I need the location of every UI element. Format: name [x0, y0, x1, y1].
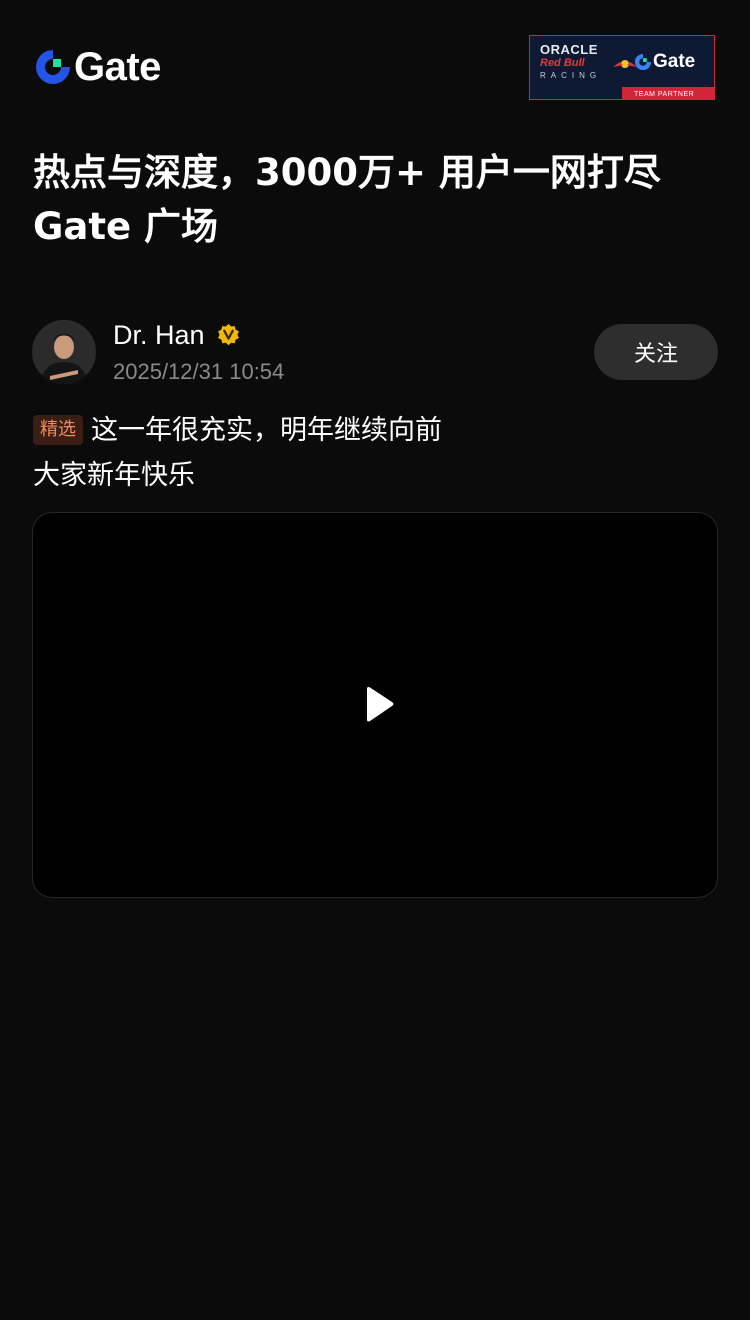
header: Gate ORACLE Red Bull RACING Gate TEAM PA… — [0, 0, 750, 110]
oracle-wordmark: ORACLE — [540, 42, 598, 57]
avatar[interactable] — [32, 320, 96, 384]
verified-badge-icon — [218, 324, 239, 346]
team-partner-badge: ORACLE Red Bull RACING Gate TEAM PARTNER — [529, 35, 715, 100]
post-timestamp: 2025/12/31 10:54 — [113, 359, 285, 384]
headline-line-1: 热点与深度，3000万+ 用户一网打尽 — [33, 151, 661, 194]
gate-mini-logo: Gate — [634, 51, 695, 73]
headline-line-2: Gate 广场 — [33, 205, 218, 248]
red-bull-wordmark: Red Bull — [540, 57, 585, 69]
gate-logo-icon — [36, 50, 70, 84]
gate-mini-text: Gate — [653, 51, 696, 72]
avatar-image — [32, 320, 96, 384]
post-text-line-2: 大家新年快乐 — [33, 460, 195, 491]
gate-logo[interactable]: Gate — [34, 45, 161, 89]
video-player[interactable] — [32, 512, 718, 898]
play-icon[interactable] — [359, 685, 399, 725]
post-author: Dr. Han 2025/12/31 10:54 关注 — [32, 320, 718, 386]
featured-tag: 精选 — [33, 415, 83, 445]
author-name[interactable]: Dr. Han — [113, 320, 205, 350]
logo-text: Gate — [74, 45, 161, 89]
follow-button[interactable]: 关注 — [594, 324, 718, 380]
post-text-line-1: 精选 这一年很充实，明年继续向前 — [33, 408, 723, 453]
gate-logo-icon — [634, 53, 652, 71]
post-content: 精选 这一年很充实，明年继续向前 大家新年快乐 — [33, 408, 723, 498]
page-headline: 热点与深度，3000万+ 用户一网打尽 Gate 广场 — [33, 146, 723, 254]
post-text-1: 这一年很充实，明年继续向前 — [91, 415, 442, 446]
team-partner-label: TEAM PARTNER — [634, 91, 695, 98]
racing-wordmark: RACING — [540, 71, 602, 80]
